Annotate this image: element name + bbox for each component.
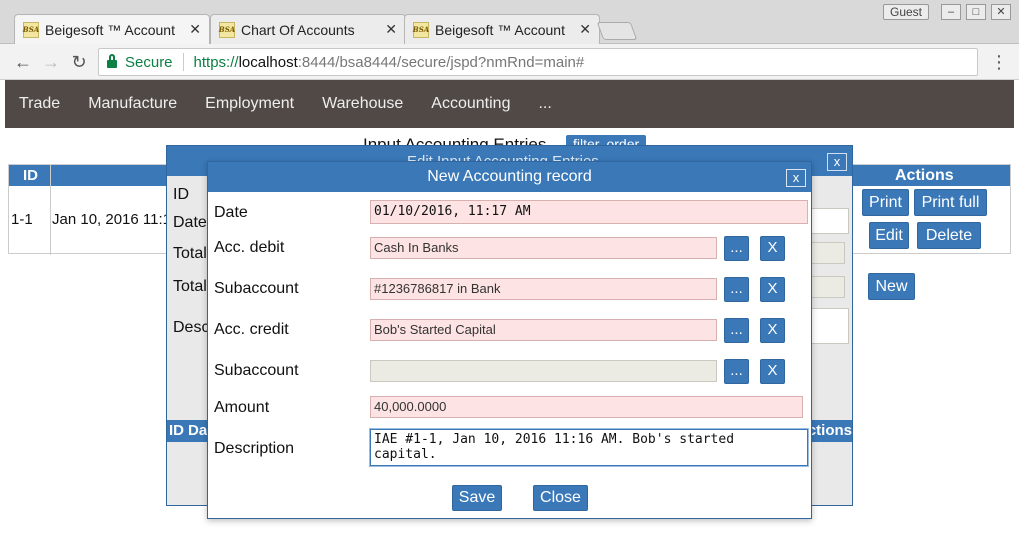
tab-title: Beigesoft ™ Account <box>435 21 565 38</box>
close-button[interactable]: Close <box>533 485 588 511</box>
lock-icon <box>107 54 117 68</box>
date-input[interactable]: 01/10/2016, 11:17 AM <box>370 200 808 224</box>
dialog-title: New Accounting record <box>427 168 592 185</box>
column-header-id: ID <box>169 422 184 439</box>
back-arrow-icon[interactable]: ← <box>12 51 34 73</box>
close-icon[interactable]: x <box>827 153 847 171</box>
total-debit-input <box>807 242 845 264</box>
column-header-id: ID <box>23 167 38 184</box>
description-textarea[interactable] <box>807 308 849 344</box>
new-accounting-record-dialog: New Accounting record x Date 01/10/2016,… <box>207 161 812 519</box>
minimize-icon[interactable]: – <box>941 4 961 20</box>
clear-acc-debit-button[interactable]: X <box>760 236 785 261</box>
column-divider <box>50 165 51 255</box>
pick-acc-debit-button[interactable]: ... <box>724 236 749 261</box>
browser-tab-2[interactable]: BSA Chart Of Accounts ✕ <box>210 14 406 44</box>
browser-tab-3[interactable]: BSA Beigesoft ™ Account ✕ <box>404 14 600 44</box>
acc-credit-input[interactable]: Bob's Started Capital <box>370 319 717 341</box>
label-total-debit: Total <box>173 245 207 262</box>
subaccount-debit-input[interactable]: #1236786817 in Bank <box>370 278 717 300</box>
print-button[interactable]: Print <box>862 189 909 216</box>
tab-close-icon[interactable]: ✕ <box>385 21 397 38</box>
browser-tab-1[interactable]: BSA Beigesoft ™ Account ✕ <box>14 14 210 44</box>
column-header-date: Da <box>188 422 208 439</box>
bsa-favicon-icon: BSA <box>219 21 235 38</box>
new-button[interactable]: New <box>868 273 915 300</box>
bsa-favicon-icon: BSA <box>413 21 429 38</box>
nav-item-employment[interactable]: Employment <box>191 95 308 113</box>
bsa-favicon-icon: BSA <box>23 21 39 38</box>
edit-button[interactable]: Edit <box>869 222 909 249</box>
acc-debit-input[interactable]: Cash In Banks <box>370 237 717 259</box>
label-total-credit: Total <box>173 278 207 295</box>
date-input[interactable] <box>807 208 849 234</box>
browser-tabstrip: BSA Beigesoft ™ Account ✕ BSA Chart Of A… <box>0 0 1019 44</box>
label-subaccount-debit: Subaccount <box>214 280 299 297</box>
url-host: localhost <box>238 53 298 71</box>
clear-subaccount-debit-button[interactable]: X <box>760 277 785 302</box>
label-description: Description <box>214 440 295 457</box>
close-icon[interactable]: x <box>786 169 806 187</box>
app-nav-bar: Trade Manufacture Employment Warehouse A… <box>5 80 1014 128</box>
url-path: :8444/bsa8444/secure/jspd?nmRnd=main# <box>297 53 585 71</box>
secure-label: Secure <box>125 53 173 71</box>
pick-acc-credit-button[interactable]: ... <box>724 318 749 343</box>
label-acc-debit: Acc. debit <box>214 239 285 256</box>
label-acc-credit: Acc. credit <box>214 321 289 338</box>
cell-id: 1-1 <box>11 211 33 228</box>
total-credit-input <box>807 276 845 298</box>
cell-date: Jan 10, 2016 11:16 <box>52 211 180 228</box>
new-tab-button[interactable] <box>596 22 638 40</box>
pick-subaccount-debit-button[interactable]: ... <box>724 277 749 302</box>
guest-profile-button[interactable]: Guest <box>883 4 930 20</box>
reload-icon[interactable]: ↻ <box>68 51 90 73</box>
window-close-icon[interactable]: ✕ <box>991 4 1011 20</box>
column-header-actions: Actions <box>895 167 954 184</box>
divider <box>182 53 184 71</box>
nav-item-trade[interactable]: Trade <box>5 95 74 113</box>
nav-item-accounting[interactable]: Accounting <box>417 95 524 113</box>
address-bar[interactable]: Secure https:// localhost :8444/bsa8444/… <box>98 48 978 76</box>
clear-subaccount-credit-button[interactable]: X <box>760 359 785 384</box>
nav-item-warehouse[interactable]: Warehouse <box>308 95 417 113</box>
subaccount-credit-input[interactable] <box>370 360 717 382</box>
description-textarea[interactable]: IAE #1-1, Jan 10, 2016 11:16 AM. Bob's s… <box>369 428 809 467</box>
print-full-button[interactable]: Print full <box>914 189 987 216</box>
maximize-icon[interactable]: □ <box>966 4 986 20</box>
delete-button[interactable]: Delete <box>917 222 981 249</box>
nav-item-manufacture[interactable]: Manufacture <box>74 95 191 113</box>
kebab-menu-icon[interactable]: ⋮ <box>990 52 1008 73</box>
tab-close-icon[interactable]: ✕ <box>189 21 201 38</box>
label-date: Date <box>173 214 207 231</box>
label-description: Desc <box>173 319 210 336</box>
tab-close-icon[interactable]: ✕ <box>579 21 591 38</box>
label-subaccount-credit: Subaccount <box>214 362 299 379</box>
nav-item-more[interactable]: ... <box>524 95 565 113</box>
label-id: ID <box>173 186 189 203</box>
tab-title: Beigesoft ™ Account <box>45 21 175 38</box>
label-amount: Amount <box>214 399 270 416</box>
url-scheme: https:// <box>193 53 239 71</box>
pick-subaccount-credit-button[interactable]: ... <box>724 359 749 384</box>
amount-input[interactable]: 40,000.0000 <box>370 396 803 418</box>
save-button[interactable]: Save <box>452 485 502 511</box>
clear-acc-credit-button[interactable]: X <box>760 318 785 343</box>
forward-arrow-icon[interactable]: → <box>40 51 62 73</box>
browser-toolbar: ← → ↻ Secure https:// localhost :8444/bs… <box>0 44 1019 80</box>
label-date: Date <box>214 204 248 221</box>
tab-title: Chart Of Accounts <box>241 21 355 38</box>
